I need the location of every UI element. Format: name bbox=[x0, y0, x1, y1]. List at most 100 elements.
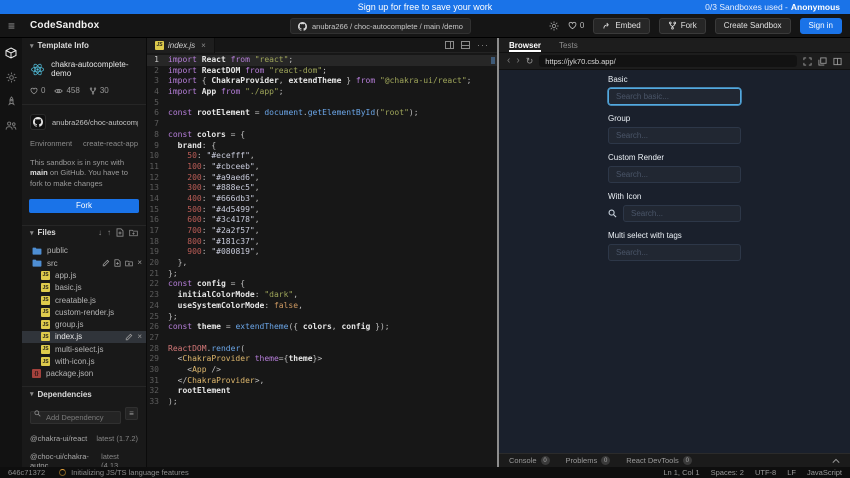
close-tab-icon[interactable]: × bbox=[201, 41, 206, 50]
template-info-header[interactable]: ▾ Template Info bbox=[22, 38, 146, 53]
multi-select-with-tags-input[interactable] bbox=[616, 248, 733, 257]
code-line[interactable]: 9 brand: { bbox=[147, 141, 497, 152]
status-item[interactable]: Spaces: 2 bbox=[711, 468, 744, 477]
devtools-problems[interactable]: Problems0 bbox=[566, 456, 611, 465]
github-repo-row[interactable]: anubra266/choc-autocomplete bbox=[22, 105, 146, 137]
file-public[interactable]: public bbox=[22, 245, 146, 257]
code-line[interactable]: 20 }, bbox=[147, 258, 497, 269]
like-counter[interactable]: 0 bbox=[568, 21, 584, 30]
code-line[interactable]: 24 useSystemColorMode: false, bbox=[147, 301, 497, 312]
code-line[interactable]: 33); bbox=[147, 397, 497, 408]
code-line[interactable]: 29 <ChakraProvider theme={theme}> bbox=[147, 354, 497, 365]
code-line[interactable]: 28ReactDOM.render( bbox=[147, 344, 497, 355]
edit-pencil-icon[interactable] bbox=[102, 259, 110, 267]
dependencies-section-header[interactable]: ▾ Dependencies bbox=[22, 386, 146, 401]
refresh-icon[interactable]: ↻ bbox=[526, 56, 534, 67]
custom-render-input[interactable] bbox=[616, 170, 733, 179]
file-multi-select.js[interactable]: JSmulti-select.js bbox=[22, 343, 146, 355]
tab-index-js[interactable]: JS index.js × bbox=[147, 38, 215, 53]
status-item[interactable]: LF bbox=[787, 468, 796, 477]
file-with-icon.js[interactable]: JSwith-icon.js bbox=[22, 355, 146, 367]
sidebar-fork-button[interactable]: Fork bbox=[29, 199, 139, 213]
fork-button[interactable]: Fork bbox=[659, 18, 706, 34]
promo-banner[interactable]: Sign up for free to save your work 0/3 S… bbox=[0, 0, 850, 14]
url-bar[interactable]: https://jyk70.csb.app/ bbox=[539, 55, 797, 67]
code-line[interactable]: 6const rootElement = document.getElement… bbox=[147, 108, 497, 119]
delete-icon[interactable]: × bbox=[137, 333, 142, 341]
code-line[interactable]: 16 600: "#3c4178", bbox=[147, 215, 497, 226]
code-line[interactable]: 25}; bbox=[147, 312, 497, 323]
back-icon[interactable]: ‹ bbox=[507, 56, 510, 66]
code-line[interactable]: 15 500: "#4d5499", bbox=[147, 205, 497, 216]
code-line[interactable]: 26const theme = extendTheme({ colors, co… bbox=[147, 322, 497, 333]
code-line[interactable]: 18 800: "#181c37", bbox=[147, 237, 497, 248]
code-line[interactable]: 7 bbox=[147, 119, 497, 130]
split-preview-icon[interactable] bbox=[833, 57, 842, 66]
code-line[interactable]: 31 </ChakraProvider>, bbox=[147, 376, 497, 387]
file-creatable.js[interactable]: JScreatable.js bbox=[22, 294, 146, 306]
status-item[interactable]: UTF-8 bbox=[755, 468, 776, 477]
basic-input[interactable] bbox=[616, 92, 733, 101]
dependency-list-icon[interactable]: ≡ bbox=[125, 407, 138, 420]
settings-rail-icon[interactable] bbox=[6, 72, 17, 83]
settings-gear-icon[interactable] bbox=[549, 21, 559, 31]
group-input[interactable] bbox=[616, 131, 733, 140]
split-vertical-icon[interactable] bbox=[445, 41, 454, 49]
code-line[interactable]: 1import React from "react"; bbox=[147, 55, 497, 66]
download-icon[interactable]: ↓ bbox=[98, 228, 102, 237]
chevron-up-icon[interactable] bbox=[832, 458, 840, 464]
code-line[interactable]: 13 300: "#888ec5", bbox=[147, 183, 497, 194]
forward-icon[interactable]: › bbox=[516, 56, 519, 66]
code-line[interactable]: 27 bbox=[147, 333, 497, 344]
code-line[interactable]: 14 400: "#666db3", bbox=[147, 194, 497, 205]
repo-breadcrumb[interactable]: anubra266 / choc-autocomplete / main /de… bbox=[290, 18, 471, 34]
new-folder-icon[interactable] bbox=[129, 229, 138, 237]
code-line[interactable]: 17 700: "#2a2f57", bbox=[147, 226, 497, 237]
code-line[interactable]: 21}; bbox=[147, 269, 497, 280]
delete-icon[interactable]: × bbox=[137, 259, 142, 267]
code-line[interactable]: 5 bbox=[147, 98, 497, 109]
live-users-icon[interactable] bbox=[5, 120, 17, 131]
files-section-header[interactable]: ▾ Files ↓ ↑ bbox=[22, 225, 146, 240]
code-area[interactable]: 1import React from "react";2import React… bbox=[147, 53, 497, 467]
add-dependency-input[interactable] bbox=[30, 411, 121, 424]
more-options-icon[interactable]: ··· bbox=[477, 43, 489, 47]
code-line[interactable]: 11 100: "#cbceeb", bbox=[147, 162, 497, 173]
code-line[interactable]: 30 <App /> bbox=[147, 365, 497, 376]
code-line[interactable]: 3import { ChakraProvider, extendTheme } … bbox=[147, 76, 497, 87]
edit-pencil-icon[interactable] bbox=[125, 333, 133, 341]
dependency-row[interactable]: @choc-ui/chakra-autoc...latest (4.13... bbox=[22, 447, 146, 467]
devtools-react-devtools[interactable]: React DevTools0 bbox=[626, 456, 692, 465]
status-item[interactable]: Ln 1, Col 1 bbox=[663, 468, 699, 477]
project-cube-icon[interactable] bbox=[5, 47, 17, 59]
file-package.json[interactable]: {}package.json bbox=[22, 368, 146, 380]
with-icon-input[interactable] bbox=[631, 209, 733, 218]
code-line[interactable]: 4import App from "./app"; bbox=[147, 87, 497, 98]
code-line[interactable]: 19 900: "#080819", bbox=[147, 247, 497, 258]
create-sandbox-button[interactable]: Create Sandbox bbox=[715, 18, 791, 34]
file-group.js[interactable]: JSgroup.js bbox=[22, 319, 146, 331]
code-line[interactable]: 12 200: "#a9aed6", bbox=[147, 173, 497, 184]
open-new-window-icon[interactable] bbox=[818, 57, 827, 66]
file-src[interactable]: src× bbox=[22, 257, 146, 269]
file-basic.js[interactable]: JSbasic.js bbox=[22, 282, 146, 294]
code-line[interactable]: 10 50: "#ecefff", bbox=[147, 151, 497, 162]
devtools-console[interactable]: Console0 bbox=[509, 456, 550, 465]
code-line[interactable]: 22const config = { bbox=[147, 279, 497, 290]
tab-tests[interactable]: Tests bbox=[559, 38, 578, 52]
status-item[interactable]: JavaScript bbox=[807, 468, 842, 477]
dependency-row[interactable]: @chakra-ui/reactlatest (1.7.2) bbox=[22, 429, 146, 447]
split-horizontal-icon[interactable] bbox=[461, 41, 470, 49]
tab-browser[interactable]: Browser bbox=[509, 38, 541, 52]
new-file-icon[interactable] bbox=[116, 228, 124, 237]
deploy-rocket-icon[interactable] bbox=[6, 96, 17, 107]
code-line[interactable]: 32 rootElement bbox=[147, 386, 497, 397]
environment-value[interactable]: create-react-app bbox=[83, 139, 138, 148]
menu-icon[interactable]: ≡ bbox=[8, 20, 24, 32]
new-folder-icon[interactable] bbox=[125, 260, 133, 267]
embed-button[interactable]: Embed bbox=[593, 18, 649, 34]
upload-icon[interactable]: ↑ bbox=[107, 228, 111, 237]
responsive-mode-icon[interactable] bbox=[803, 57, 812, 66]
code-line[interactable]: 8const colors = { bbox=[147, 130, 497, 141]
codesandbox-logo[interactable]: CodeSandbox bbox=[30, 20, 99, 31]
